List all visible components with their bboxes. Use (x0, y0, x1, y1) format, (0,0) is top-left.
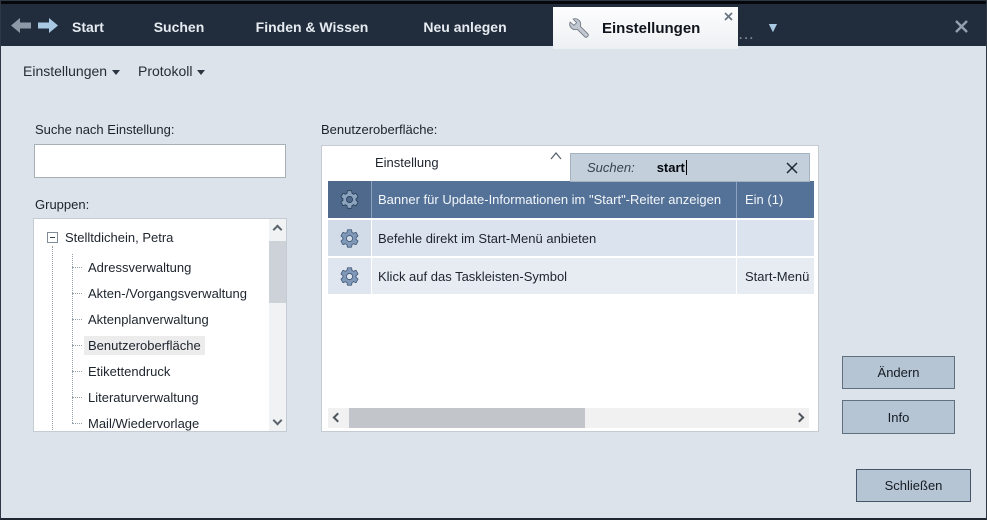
groups-label: Gruppen: (35, 197, 89, 212)
scroll-left-icon[interactable] (333, 413, 343, 423)
menu-einstellungen[interactable]: Einstellungen (23, 63, 120, 79)
setting-icon-cell (328, 181, 372, 218)
aendern-button[interactable]: Ändern (842, 356, 955, 389)
history-navigation (10, 17, 59, 34)
tree-root-label: Stelltdichein, Petra (65, 230, 173, 245)
tab-overflow-ellipsis[interactable]: ... (739, 29, 755, 41)
tree-item-benutzeroberflaeche[interactable]: Benutzeroberfläche (72, 332, 205, 358)
gear-icon (339, 189, 360, 210)
window-close-icon[interactable] (954, 19, 970, 35)
tree-item-adressverwaltung[interactable]: Adressverwaltung (72, 254, 195, 280)
setting-name: Banner für Update-Informationen im "Star… (378, 192, 721, 207)
scroll-right-icon[interactable] (795, 413, 805, 423)
tree-item-aktenplanverwaltung[interactable]: Aktenplanverwaltung (72, 306, 213, 332)
horizontal-scrollbar[interactable] (328, 408, 809, 428)
collapse-minus-icon[interactable] (47, 232, 58, 243)
chevron-down-icon (112, 70, 120, 75)
chevron-down-icon (197, 70, 205, 75)
tree-item-etikettendruck[interactable]: Etikettendruck (72, 358, 174, 384)
setting-value: Start-Menü (745, 269, 809, 284)
settings-table: Einstellung Suchen: start Banner für Upd… (321, 145, 819, 432)
tab-start[interactable]: Start (57, 4, 119, 49)
table-search-label: Suchen: (587, 160, 635, 175)
setting-search-label: Suche nach Einstellung: (35, 122, 174, 137)
tree-item-mail-wiedervorlage[interactable]: Mail/Wiedervorlage (72, 410, 203, 432)
tab-neu-anlegen[interactable]: Neu anlegen (409, 4, 521, 49)
text-cursor (686, 160, 687, 175)
gear-icon (339, 266, 360, 287)
title-bar: Start Suchen Finden & Wissen Neu anlegen… (1, 1, 986, 46)
clear-search-icon[interactable] (786, 162, 798, 174)
tree-scrollbar[interactable] (269, 219, 286, 431)
info-button[interactable]: Info (842, 400, 955, 434)
tab-close-icon[interactable] (722, 10, 735, 23)
menu-protokoll-label: Protokoll (138, 63, 192, 79)
menu-einstellungen-label: Einstellungen (23, 63, 107, 79)
setting-name: Klick auf das Taskleisten-Symbol (378, 269, 567, 284)
back-arrow-icon[interactable] (10, 17, 33, 34)
forward-arrow-icon[interactable] (36, 17, 59, 34)
table-search-overlay[interactable]: Suchen: start (570, 153, 810, 182)
column-header-einstellung[interactable]: Einstellung (375, 155, 439, 170)
tab-finden-wissen[interactable]: Finden & Wissen (244, 4, 380, 49)
setting-name: Befehle direkt im Start-Menü anbieten (378, 231, 596, 246)
sort-ascending-icon (550, 152, 562, 160)
setting-search-input[interactable] (34, 144, 286, 178)
setting-icon-cell (328, 220, 372, 256)
tab-list-dropdown-icon[interactable]: ▼ (766, 19, 780, 35)
tree-item-akten-vorgangsverwaltung[interactable]: Akten-/Vorgangsverwaltung (72, 280, 251, 306)
table-search-value[interactable]: start (657, 160, 685, 175)
setting-value: Ein (1) (745, 192, 783, 207)
tree-root-item[interactable]: Stelltdichein, Petra (47, 230, 173, 245)
menu-protokoll[interactable]: Protokoll (138, 63, 205, 79)
scroll-down-icon[interactable] (273, 416, 283, 426)
gear-icon (339, 228, 360, 249)
tree-item-literaturverwaltung[interactable]: Literaturverwaltung (72, 384, 203, 410)
section-label: Benutzeroberfläche: (321, 122, 437, 137)
tab-suchen[interactable]: Suchen (141, 4, 217, 49)
table-row-banner-update[interactable]: Banner für Update-Informationen im "Star… (328, 181, 814, 218)
wrench-icon (569, 18, 589, 38)
tree-guide-line (52, 246, 53, 432)
scroll-up-icon[interactable] (273, 225, 283, 235)
table-row-befehle-startmenu[interactable]: Befehle direkt im Start-Menü anbieten (328, 220, 814, 256)
settings-window: Start Suchen Finden & Wissen Neu anlegen… (0, 0, 987, 520)
setting-icon-cell (328, 258, 372, 294)
groups-tree: Stelltdichein, Petra Adressverwaltung Ak… (33, 218, 287, 432)
active-tab-label: Einstellungen (602, 20, 700, 37)
tree-scrollbar-thumb[interactable] (269, 241, 286, 303)
tab-einstellungen-active[interactable]: Einstellungen (553, 7, 738, 49)
schliessen-button[interactable]: Schließen (856, 469, 971, 502)
table-row-taskleisten-symbol[interactable]: Klick auf das Taskleisten-Symbol Start-M… (328, 258, 814, 294)
horizontal-scrollbar-thumb[interactable] (349, 408, 585, 428)
